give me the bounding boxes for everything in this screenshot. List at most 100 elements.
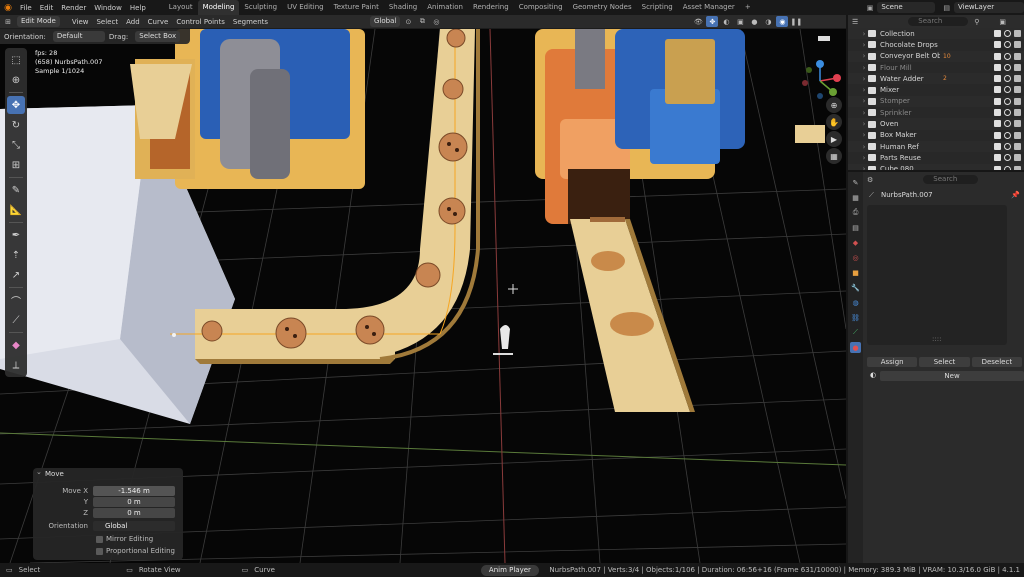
exclude-checkbox[interactable] (994, 120, 1001, 128)
select-button[interactable]: Select (919, 357, 970, 367)
shear-icon[interactable]: ⟂ (7, 356, 25, 374)
outliner-row[interactable]: › Box Maker (848, 130, 1024, 141)
physics-tab-icon[interactable]: ◍ (850, 297, 861, 308)
deselect-button[interactable]: Deselect (971, 357, 1022, 367)
expand-arrow-icon[interactable]: › (860, 154, 868, 162)
menu-select[interactable]: Select (92, 18, 122, 26)
exclude-checkbox[interactable] (994, 75, 1001, 83)
anim-player-button[interactable]: Anim Player (480, 564, 539, 576)
expand-arrow-icon[interactable]: › (860, 120, 868, 128)
menu-render[interactable]: Render (57, 4, 90, 12)
eye-icon[interactable] (1004, 63, 1011, 71)
zoom-icon[interactable]: ⊕ (826, 97, 842, 113)
eye-icon[interactable] (1004, 97, 1011, 105)
extrude-icon[interactable]: ⇡ (7, 246, 25, 264)
overlay-icon[interactable]: ◐ (720, 16, 732, 27)
camera-icon[interactable] (1014, 109, 1021, 117)
menu-add[interactable]: Add (122, 18, 144, 26)
camera-icon[interactable] (1014, 30, 1021, 37)
eye-icon[interactable] (1004, 120, 1011, 128)
assign-button[interactable]: Assign (867, 357, 918, 367)
tab-geometry-nodes[interactable]: Geometry Nodes (568, 0, 637, 15)
gizmo-toggle-icon[interactable]: ✥ (706, 16, 719, 27)
menu-edit[interactable]: Edit (36, 4, 58, 12)
tool-tab-icon[interactable]: ✎ (850, 177, 861, 188)
eye-icon[interactable] (1004, 131, 1011, 139)
camera-icon[interactable] (1014, 41, 1021, 49)
shading-solid-icon[interactable]: ● (748, 16, 760, 27)
proportional-checkbox[interactable] (96, 547, 103, 555)
scene-field[interactable]: Scene (877, 2, 936, 13)
eye-icon[interactable] (1004, 142, 1011, 150)
shading-material-icon[interactable]: ◑ (762, 16, 774, 27)
outliner-row[interactable]: › Collection (848, 28, 1024, 40)
radius-icon[interactable]: ⌒ (7, 291, 25, 309)
expand-arrow-icon[interactable]: › (860, 97, 868, 105)
randomize-icon[interactable]: ◆ (7, 336, 25, 354)
material-browse-icon[interactable]: ◐ (870, 371, 876, 381)
expand-arrow-icon[interactable]: › (860, 52, 868, 60)
eye-icon[interactable] (1004, 109, 1011, 117)
tab-sculpting[interactable]: Sculpting (239, 0, 282, 15)
transform-icon[interactable]: ⊞ (7, 156, 25, 174)
visibility-icon[interactable]: 👁 (692, 16, 704, 27)
eye-icon[interactable] (1004, 86, 1011, 94)
editor-type-icon[interactable]: ⊞ (2, 16, 14, 27)
move-x-field[interactable]: -1.546 m (93, 485, 175, 496)
camera-view-icon[interactable]: ▶ (826, 131, 842, 147)
draw-icon[interactable]: ✎ (7, 181, 25, 199)
pivot-icon[interactable]: ⊙ (402, 16, 414, 27)
tab-compositing[interactable]: Compositing (514, 0, 568, 15)
constraints-tab-icon[interactable]: ⛓ (850, 312, 861, 323)
tab-animation[interactable]: Animation (422, 0, 468, 15)
eye-icon[interactable] (1004, 154, 1011, 162)
tab-rendering[interactable]: Rendering (468, 0, 514, 15)
expand-arrow-icon[interactable]: › (860, 131, 868, 139)
world-tab-icon[interactable]: ◎ (850, 252, 861, 263)
menu-segments[interactable]: Segments (229, 18, 272, 26)
exclude-checkbox[interactable] (994, 41, 1001, 49)
camera-icon[interactable] (1014, 52, 1021, 60)
camera-icon[interactable] (1014, 131, 1021, 139)
expand-arrow-icon[interactable]: › (860, 86, 868, 94)
output-tab-icon[interactable]: ⎙ (850, 207, 861, 218)
blender-logo-icon[interactable]: ◉ (0, 0, 16, 15)
outliner-row[interactable]: › Stomper (848, 95, 1024, 108)
scene-tab-icon[interactable]: ◆ (850, 237, 861, 248)
pen-icon[interactable]: ✒ (7, 226, 25, 244)
material-slots-list[interactable]: :::: (867, 205, 1007, 345)
move-operator-panel[interactable]: Move Move X -1.546 m Y 0 m Z 0 m Orienta… (33, 466, 183, 560)
filter-icon[interactable]: ⚲ (974, 18, 979, 26)
knife-icon[interactable]: ↗ (7, 266, 25, 284)
add-workspace-button[interactable]: + (740, 0, 756, 15)
outliner-display-icon[interactable]: ☰ (852, 18, 858, 26)
cursor-icon[interactable]: ⊕ (7, 71, 25, 89)
eye-icon[interactable] (1004, 30, 1011, 37)
properties-search-input[interactable]: Search (923, 175, 979, 184)
tab-shading[interactable]: Shading (384, 0, 422, 15)
exclude-checkbox[interactable] (994, 86, 1001, 94)
menu-view[interactable]: View (68, 18, 93, 26)
exclude-checkbox[interactable] (994, 52, 1001, 60)
menu-window[interactable]: Window (90, 4, 126, 12)
camera-icon[interactable] (1014, 75, 1021, 83)
eye-icon[interactable] (1004, 75, 1011, 83)
expand-arrow-icon[interactable]: › (860, 109, 868, 117)
transform-orientation-dropdown[interactable]: Global (370, 16, 401, 27)
exclude-checkbox[interactable] (994, 63, 1001, 71)
material-tab-icon[interactable]: ● (850, 342, 861, 353)
render-tab-icon[interactable]: ▦ (850, 192, 861, 203)
tab-texture-paint[interactable]: Texture Paint (329, 0, 384, 15)
view-layer-field[interactable]: ViewLayer (954, 2, 1024, 13)
mode-dropdown[interactable]: Edit Mode (17, 16, 60, 27)
props-display-icon[interactable]: ⚙ (867, 176, 873, 184)
move-icon[interactable]: ✥ (7, 96, 25, 114)
outliner-search-input[interactable]: Search (908, 17, 969, 26)
menu-control-points[interactable]: Control Points (172, 18, 229, 26)
camera-icon[interactable] (1014, 120, 1021, 128)
move-z-field[interactable]: 0 m (93, 507, 175, 518)
move-panel-title[interactable]: Move (33, 466, 183, 481)
exclude-checkbox[interactable] (994, 109, 1001, 117)
exclude-checkbox[interactable] (994, 30, 1001, 37)
camera-icon[interactable] (1014, 142, 1021, 150)
